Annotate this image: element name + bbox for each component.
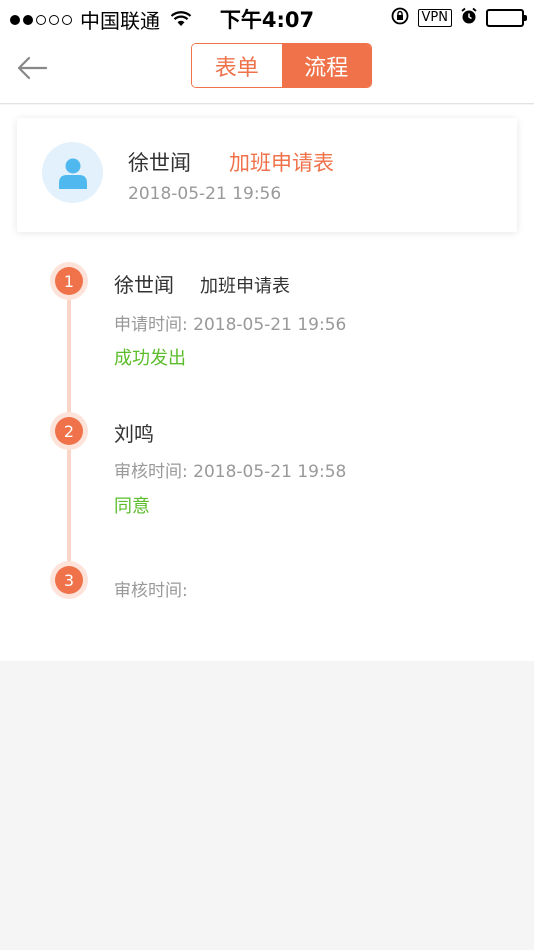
arrow-left-icon <box>17 56 48 80</box>
form-type: 加班申请表 <box>229 151 334 175</box>
process-panel: 徐世闻 加班申请表 2018-05-21 19:56 1 徐世闻 加班申请表 申请… <box>0 105 534 661</box>
signal-strength-icon <box>10 14 72 25</box>
step-time: 审核时间: <box>114 581 188 601</box>
step-person: 徐世闻 <box>114 273 174 297</box>
step-person: 刘鸣 <box>114 422 154 446</box>
alarm-icon <box>460 7 478 29</box>
status-bar-left: 中国联通 <box>10 5 192 34</box>
submit-time: 2018-05-21 19:56 <box>128 184 282 204</box>
battery-icon <box>486 9 527 27</box>
step-title: 刘鸣 <box>114 418 154 447</box>
segmented-control: 表单 流程 <box>191 43 372 88</box>
step-marker: 3 <box>50 561 88 599</box>
step-number: 1 <box>55 267 83 295</box>
applicant-summary-card: 徐世闻 加班申请表 2018-05-21 19:56 <box>17 118 517 232</box>
status-bar: 中国联通 下午4:07 VPN <box>0 0 534 34</box>
nav-bar: 表单 流程 <box>0 34 534 104</box>
step-time: 审核时间: 2018-05-21 19:58 <box>114 462 347 482</box>
step-title: 徐世闻 加班申请表 <box>114 269 290 298</box>
user-icon <box>58 158 87 189</box>
rotation-lock-icon <box>390 6 410 30</box>
step-status: 同意 <box>114 496 150 517</box>
step-marker: 1 <box>50 262 88 300</box>
vpn-badge: VPN <box>417 9 452 27</box>
step-number: 3 <box>55 566 83 594</box>
status-bar-right: VPN <box>390 6 527 30</box>
tab-form[interactable]: 表单 <box>192 44 282 87</box>
step-number: 2 <box>55 417 83 445</box>
avatar <box>42 142 103 203</box>
step-form: 加班申请表 <box>200 276 290 297</box>
wifi-icon <box>170 8 192 32</box>
step-marker: 2 <box>50 412 88 450</box>
applicant-name: 徐世闻 <box>128 151 191 175</box>
carrier-name: 中国联通 <box>80 9 160 33</box>
step-status: 成功发出 <box>114 348 186 369</box>
tab-process[interactable]: 流程 <box>281 44 371 87</box>
back-button[interactable] <box>14 50 50 86</box>
step-time: 申请时间: 2018-05-21 19:56 <box>114 315 347 335</box>
